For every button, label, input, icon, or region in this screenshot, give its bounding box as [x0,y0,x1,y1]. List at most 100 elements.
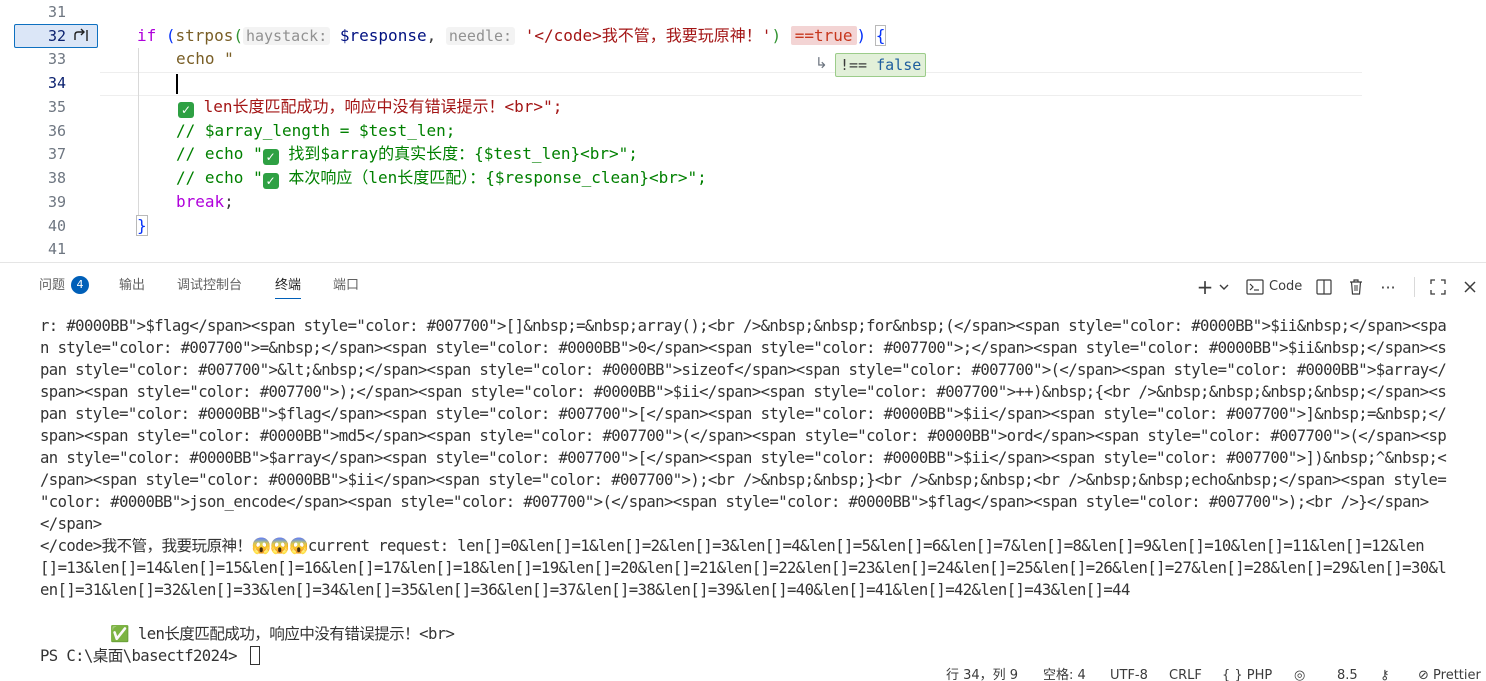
line-number-active: 32 [47,27,66,45]
inline-diff-added[interactable]: !== false [835,53,927,77]
line-number: 34 [47,74,66,92]
line-number: 35 [47,98,66,116]
tab-ports[interactable]: 端口 [333,275,359,299]
comma: , [426,26,437,45]
string-literal: '</code>我不管，我要玩原神！' [524,26,772,45]
keyword-if: if [137,26,157,45]
inline-suggestion-arrow-icon[interactable] [72,27,90,45]
status-indentation[interactable]: 空格: 4 [1043,667,1086,681]
kill-terminal-button[interactable] [1345,276,1367,298]
paren: ( [156,26,176,45]
prettier-icon: ⊘ [1418,668,1434,681]
comment-text: // echo " [176,168,263,187]
code-line-38[interactable]: // echo " ✓ 本次响应（len长度匹配）：{$response_clea… [176,166,707,190]
code-line-39[interactable]: break; [176,190,234,214]
terminal-cursor [249,646,260,665]
key-icon[interactable]: ⚷ [1380,667,1390,681]
code-line-40[interactable]: } [136,214,148,238]
prettier-label: Prettier [1433,668,1481,681]
more-actions-button[interactable]: ··· [1377,276,1399,298]
line-number: 38 [47,169,66,187]
code-line-36[interactable]: // $array_length = $test_len; [176,119,455,143]
problems-count-badge: 4 [71,276,90,294]
chevron-down-icon [1219,284,1229,290]
paren: ) [771,26,782,45]
inline-diff-deleted: ==true [790,26,857,45]
line-number: 31 [47,3,66,21]
comment-text: // echo " [176,144,263,163]
terminal-profile-label[interactable]: Code [1269,277,1302,297]
line-number: 39 [47,193,66,211]
new-terminal-button[interactable]: + [1194,275,1216,299]
comment-text: 本次响应（len长度匹配）：{$response_clean}<br>"; [278,168,707,187]
line-number: 37 [47,145,66,163]
bottom-panel: 问题 4 输出 调试控制台 终端 端口 + Code ··· r: #0000BB… [0,262,1486,681]
tab-output[interactable]: 输出 [119,275,145,299]
copilot-icon[interactable]: ◎ [1294,667,1305,681]
terminal-profile-button[interactable] [1244,276,1266,298]
param-hint-haystack: haystack: [242,27,331,45]
ellipsis-icon: ··· [1380,277,1396,297]
terminal-line: "color: #0000BB">json_encode</span><span… [40,493,1429,511]
check-emoji-icon: ✓ [178,102,194,118]
code-line-32[interactable]: if (strpos(haystack: $response, needle: … [137,24,887,48]
semicolon: ; [224,192,234,211]
terminal-line: pan style="color: #007700">&lt;&nbsp;</s… [40,361,1447,379]
line-number: 41 [47,240,66,258]
line-number: 33 [47,50,66,68]
code-editor[interactable]: 31 32 33 34 35 36 37 38 39 40 41 if (str… [0,0,1486,262]
tab-problems[interactable]: 问题 4 [39,275,90,299]
diff-value: false [876,56,922,74]
status-bar: 行 34，列 9 空格: 4 UTF-8 CRLF { } PHP ◎ 8.5 … [0,665,1486,681]
comment-text: 找到$array的真实长度：{$test_len}<br>"; [278,144,638,163]
split-terminal-button[interactable] [1313,276,1335,298]
tab-terminal[interactable]: 终端 [275,275,302,299]
text-cursor [176,74,178,94]
terminal-line: /span><span style="color: #0000BB">$ii</… [40,471,1447,489]
terminal-line: span><span style="color: #0000BB">md5</s… [40,427,1447,445]
status-eol[interactable]: CRLF [1169,667,1202,681]
echo-statement: echo " [176,49,234,68]
brace-open: { [874,25,887,46]
line-number: 40 [47,217,66,235]
status-cursor-position[interactable]: 行 34，列 9 [946,667,1018,681]
keyword-break: break [176,192,225,211]
prettier-status[interactable]: ⊘ Prettier [1418,667,1481,681]
terminal-prompt-line[interactable]: PS C:\桌面\basectf2024> [40,645,260,667]
tab-debug-console[interactable]: 调试控制台 [177,275,242,299]
status-language[interactable]: { } PHP [1222,667,1272,681]
code-line-35[interactable]: ✓ len长度匹配成功，响应中没有错误提示！<br>"; [178,95,562,119]
terminal-line: </span> [40,515,102,533]
plus-icon: + [1196,275,1214,299]
terminal-line: ✅ len长度匹配成功，响应中没有错误提示！<br> [40,625,455,643]
close-panel-button[interactable] [1459,276,1481,298]
terminal-prompt: PS C:\桌面\basectf2024> [40,647,246,665]
terminal-line: pan style="color: #0000BB">$flag</span><… [40,405,1447,423]
check-emoji-icon: ✓ [262,173,279,189]
code-line-37[interactable]: // echo " ✓ 找到$array的真实长度：{$test_len}<br>… [176,142,638,166]
terminal-line: []=13&len[]=14&len[]=15&len[]=16&len[]=1… [40,559,1447,577]
terminal-icon [1246,279,1264,295]
status-encoding[interactable]: UTF-8 [1110,667,1148,681]
code-area[interactable]: if (strpos(haystack: $response, needle: … [100,0,1486,262]
terminal-line: en[]=31&len[]=32&len[]=33&len[]=34&len[]… [40,581,1130,599]
paren: ( [233,26,243,45]
maximize-panel-button[interactable] [1427,276,1449,298]
check-emoji-icon: ✓ [262,149,279,165]
terminal-line: </code>我不管，我要玩原神！😱😱😱current request: len… [40,537,1425,555]
diff-corner-arrow-icon: ↳ [815,54,828,72]
close-icon [1464,281,1476,293]
diff-operator: !== [840,56,868,74]
terminal-dropdown-button[interactable] [1216,276,1232,298]
terminal-line: span><span style="color: #007700">);</sp… [40,383,1447,401]
line-number: 36 [47,122,66,140]
code-line-33[interactable]: echo " [176,47,234,71]
terminal-line: r: #0000BB">$flag</span><span style="col… [40,317,1447,335]
terminal-line: an style="color: #0000BB">$array</span><… [40,449,1447,467]
terminal-output[interactable]: r: #0000BB">$flag</span><span style="col… [40,315,1480,675]
status-php-version[interactable]: 8.5 [1337,667,1358,681]
toolbar-divider [1414,277,1415,297]
var-response: $response [339,26,427,45]
panel-tabs: 问题 4 输出 调试控制台 终端 端口 + Code ··· [0,263,1486,307]
function-strpos: strpos [175,26,234,45]
